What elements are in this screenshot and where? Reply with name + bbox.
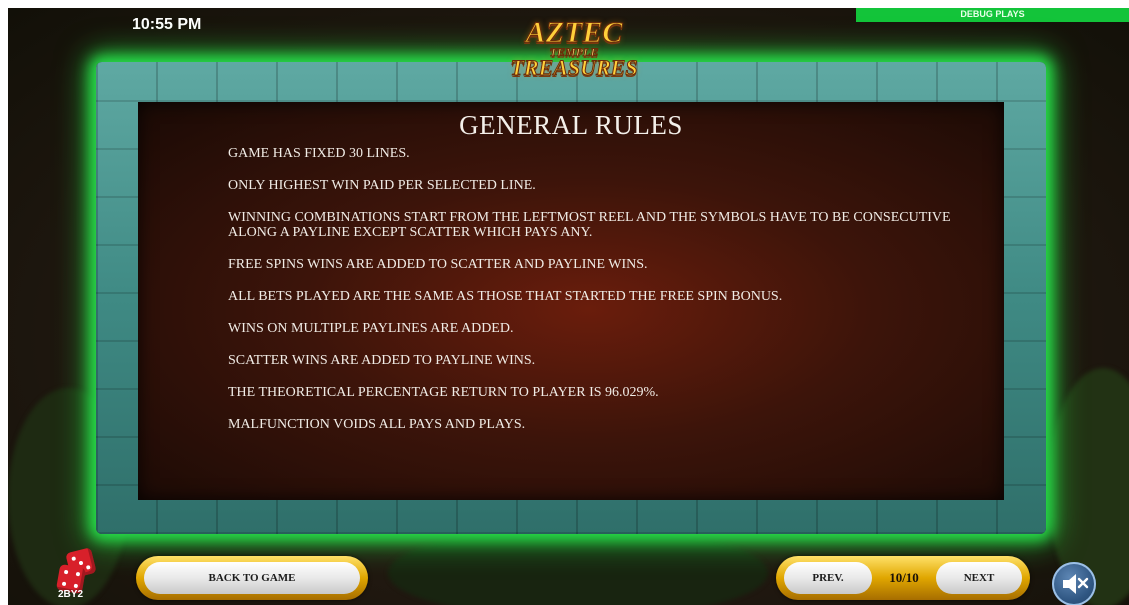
rule-item: Scatter wins are added to payline wins. — [228, 353, 536, 368]
rule-item: The theoretical percentage return to pla… — [228, 385, 659, 400]
logo-line-1: AZTEC — [525, 16, 623, 49]
back-button-frame: BACK TO GAME — [136, 556, 368, 600]
rule-item: Only highest win paid per selected line. — [228, 178, 536, 193]
rules-frame: GENERAL RULES Game has fixed 30 lines. O… — [96, 62, 1046, 534]
sound-toggle-button[interactable] — [1052, 562, 1096, 605]
speaker-muted-icon — [1063, 574, 1089, 594]
brand-name: 2BY2 — [58, 589, 84, 600]
brand-logo: 2BY2 — [52, 547, 112, 605]
game-screen: 10:55 PM DEBUG PLAYS GENERAL RULES Game … — [8, 8, 1129, 605]
page-indicator: 10/10 — [889, 570, 919, 585]
logo-line-3: TREASURES — [510, 55, 638, 80]
rule-item: All bets played are the same as those th… — [228, 289, 783, 304]
debug-plays-bar[interactable]: DEBUG PLAYS — [856, 8, 1129, 22]
foliage-decoration — [388, 528, 768, 605]
rule-item: Free spins wins are added to scatter and… — [228, 257, 648, 272]
prev-page-button[interactable]: PREV. — [784, 562, 872, 594]
rules-title: GENERAL RULES — [459, 110, 683, 140]
back-to-game-button[interactable]: BACK TO GAME — [144, 562, 360, 594]
rule-item: Game has fixed 30 lines. — [228, 146, 410, 161]
clock-time: 10:55 PM — [132, 16, 202, 33]
game-logo: AZTEC TEMPLE TREASURES — [484, 16, 664, 96]
rule-item: Malfunction voids all pays and plays. — [228, 417, 526, 432]
rule-item: Winning combinations start from the left… — [228, 210, 951, 240]
rules-list: Game has fixed 30 lines. Only highest wi… — [228, 146, 988, 449]
page-navigation: PREV. 10/10 NEXT — [776, 556, 1030, 600]
next-page-button[interactable]: NEXT — [936, 562, 1022, 594]
rules-panel: GENERAL RULES Game has fixed 30 lines. O… — [138, 102, 1004, 500]
rule-item: Wins on multiple paylines are added. — [228, 321, 514, 336]
